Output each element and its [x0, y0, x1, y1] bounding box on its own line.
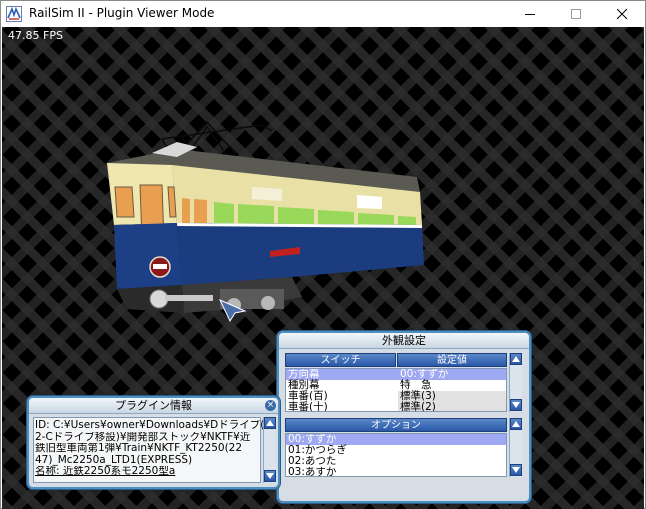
switch-scrollbar[interactable] — [509, 353, 522, 412]
scroll-down-button[interactable] — [510, 464, 522, 476]
close-icon — [617, 9, 627, 19]
switch-value: 標準(2) — [398, 402, 506, 411]
plugin-info-text: ID: C:¥Users¥owner¥Downloads¥Dドライブ( 2-Cド… — [35, 420, 263, 478]
front-window-right — [167, 186, 177, 218]
plugin-name-line: 名称: 近鉄2250系モ2250型a — [35, 466, 176, 477]
arrow-down-icon — [512, 467, 520, 473]
app-window: RailSim II - Plugin Viewer Mode 47.85 FP… — [0, 0, 646, 509]
minimize-button[interactable] — [507, 1, 553, 27]
close-button[interactable] — [599, 1, 645, 27]
close-icon[interactable]: × — [265, 400, 276, 411]
arrow-down-icon — [512, 402, 520, 408]
appearance-panel-title: 外観設定 — [279, 333, 529, 349]
plugin-id-line: 2-Cドライブ移設)¥開発部ストック¥NKTF¥近 — [35, 431, 251, 443]
railsim-icon — [6, 6, 22, 22]
maximize-button[interactable] — [553, 1, 599, 27]
scroll-up-button[interactable] — [510, 353, 522, 365]
plugin-info-scrollbar[interactable] — [263, 417, 276, 483]
window-title: RailSim II - Plugin Viewer Mode — [29, 6, 215, 20]
switch-list[interactable]: 方向幕 00:すずか 種別幕 特 急 車番(百) 標準(3) 車番(十) 標準(… — [285, 368, 507, 412]
value-column-header[interactable]: 設定値 — [397, 353, 507, 367]
appearance-settings-panel[interactable]: 外観設定 スイッチ 設定値 方向幕 00:すずか 種別幕 特 急 車番(百) 標… — [277, 331, 531, 503]
arrow-down-icon — [266, 473, 274, 479]
scroll-down-button[interactable] — [510, 399, 522, 411]
title-bar[interactable]: RailSim II - Plugin Viewer Mode — [1, 1, 645, 27]
arrow-up-icon — [512, 421, 520, 427]
arrow-up-icon — [512, 356, 520, 362]
scroll-up-button[interactable] — [510, 418, 522, 430]
train-body-lower-front — [114, 223, 182, 289]
switch-name: 車番(十) — [288, 401, 328, 412]
arrow-up-icon — [266, 420, 274, 426]
plugin-id-line: 47)_Mc2250a_LTD1(EXPRESS) — [35, 454, 193, 466]
switch-column-header[interactable]: スイッチ — [285, 353, 396, 367]
plugin-id-line: ID: C:¥Users¥owner¥Downloads¥Dドライブ( — [35, 420, 263, 431]
maximize-icon — [571, 9, 581, 19]
front-window-left — [114, 186, 135, 218]
option-row[interactable]: 03:あすか — [286, 467, 506, 477]
scroll-up-button[interactable] — [264, 417, 276, 429]
coupler-arm — [165, 295, 213, 301]
minimize-icon — [525, 14, 535, 15]
plugin-panel-title: プラグイン情報 — [29, 398, 278, 414]
option-list[interactable]: 00:すずか 01:かつらぎ 02:あつた 03:あすか — [285, 433, 507, 477]
option-scrollbar[interactable] — [509, 418, 522, 477]
switch-row[interactable]: 車番(十) 標準(2) — [286, 401, 506, 412]
plugin-id-line: 鉄旧型車両第1弾¥Train¥NKTF_KT2250(22 — [35, 443, 243, 454]
option-label: 03:あすか — [288, 466, 337, 477]
emblem-plate — [153, 264, 167, 269]
option-header[interactable]: オプション — [285, 418, 507, 432]
train-body-lower-side — [177, 223, 424, 285]
scroll-down-button[interactable] — [264, 470, 276, 482]
3d-viewport[interactable]: 47.85 FPS 外観設定 スイッチ 設定値 方向幕 00:すずか 種別幕 特… — [2, 27, 644, 509]
wheel — [261, 296, 275, 310]
plugin-info-panel[interactable]: プラグイン情報 × ID: C:¥Users¥owner¥Downloads¥D… — [27, 396, 280, 489]
